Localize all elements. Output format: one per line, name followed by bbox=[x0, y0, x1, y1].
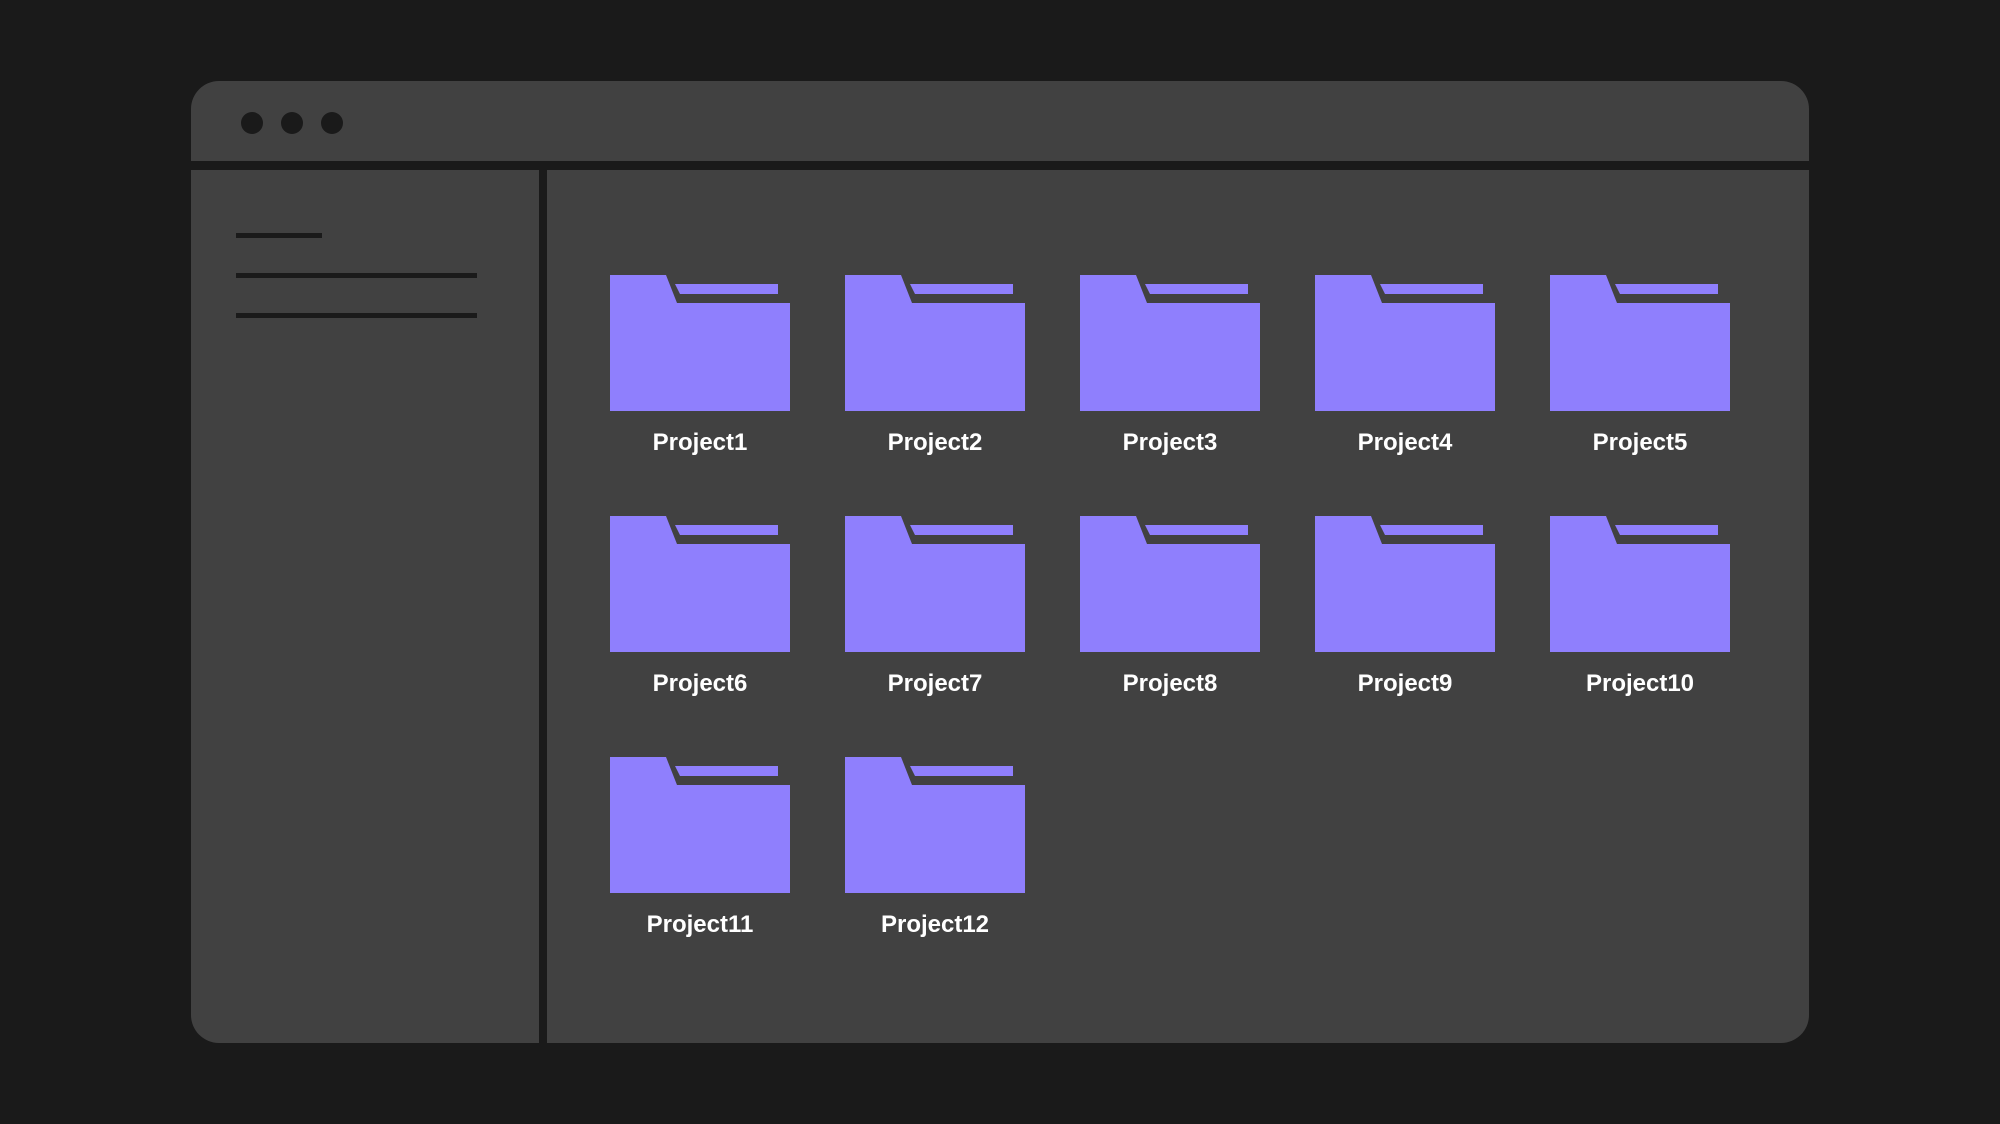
folder-label: Project8 bbox=[1122, 670, 1218, 697]
folder-icon bbox=[845, 275, 1025, 411]
folder-icon bbox=[845, 757, 1025, 893]
folder-label: Project7 bbox=[887, 670, 983, 697]
minimize-dot[interactable] bbox=[281, 112, 303, 134]
folder-icon bbox=[610, 516, 790, 652]
sidebar-line-short bbox=[236, 233, 322, 238]
main-panel: Project1 Project2 Project3 Project4 Proj… bbox=[547, 170, 1809, 1043]
folder-project9[interactable]: Project9 bbox=[1315, 516, 1495, 711]
folder-label: Project10 bbox=[1585, 670, 1695, 697]
folder-project10[interactable]: Project10 bbox=[1550, 516, 1730, 711]
folder-project5[interactable]: Project5 bbox=[1550, 275, 1730, 470]
folder-project12[interactable]: Project12 bbox=[845, 757, 1025, 952]
folder-icon bbox=[1080, 275, 1260, 411]
folder-label: Project1 bbox=[652, 429, 748, 456]
folder-project4[interactable]: Project4 bbox=[1315, 275, 1495, 470]
folder-project2[interactable]: Project2 bbox=[845, 275, 1025, 470]
folder-icon bbox=[1550, 516, 1730, 652]
folder-label: Project2 bbox=[887, 429, 983, 456]
folder-icon bbox=[845, 516, 1025, 652]
folder-icon bbox=[1550, 275, 1730, 411]
folder-label: Project5 bbox=[1592, 429, 1688, 456]
folder-icon bbox=[1315, 275, 1495, 411]
sidebar-line bbox=[236, 273, 477, 278]
folder-icon bbox=[610, 275, 790, 411]
folder-icon bbox=[1315, 516, 1495, 652]
sidebar bbox=[191, 170, 539, 1043]
folder-project6[interactable]: Project6 bbox=[610, 516, 790, 711]
maximize-dot[interactable] bbox=[321, 112, 343, 134]
folder-label: Project3 bbox=[1122, 429, 1218, 456]
folder-label: Project6 bbox=[652, 670, 748, 697]
close-dot[interactable] bbox=[241, 112, 263, 134]
folder-project1[interactable]: Project1 bbox=[610, 275, 790, 470]
window-titlebar bbox=[191, 81, 1809, 161]
folder-label: Project9 bbox=[1357, 670, 1453, 697]
folder-icon bbox=[610, 757, 790, 893]
sidebar-line bbox=[236, 313, 477, 318]
folder-project7[interactable]: Project7 bbox=[845, 516, 1025, 711]
folder-label: Project4 bbox=[1357, 429, 1453, 456]
folder-label: Project11 bbox=[646, 911, 754, 938]
folder-label: Project12 bbox=[880, 911, 990, 938]
folder-project3[interactable]: Project3 bbox=[1080, 275, 1260, 470]
folder-project8[interactable]: Project8 bbox=[1080, 516, 1260, 711]
folder-icon bbox=[1080, 516, 1260, 652]
folder-project11[interactable]: Project11 bbox=[610, 757, 790, 952]
